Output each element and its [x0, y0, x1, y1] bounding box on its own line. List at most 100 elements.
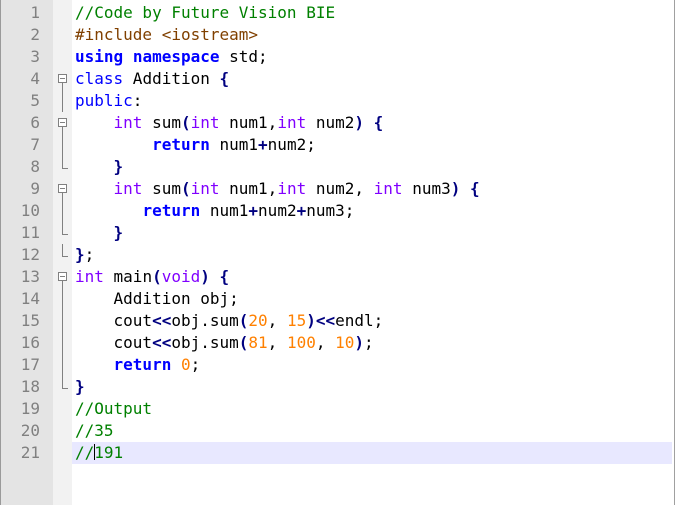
- code-token: int: [277, 179, 307, 198]
- code-token: ,: [267, 311, 287, 330]
- code-token: {: [219, 267, 230, 286]
- line-number: 15: [20, 311, 40, 330]
- fold-guide: [62, 310, 63, 332]
- code-text[interactable]: }: [75, 376, 85, 398]
- code-token: {: [219, 69, 230, 88]
- fold-toggle-icon[interactable]: [58, 74, 67, 83]
- code-text[interactable]: class Addition {: [75, 68, 229, 90]
- code-line[interactable]: 16 cout<<obj.sum(81, 100, 10);: [0, 332, 675, 354]
- code-token: +: [296, 201, 307, 220]
- code-text[interactable]: #include <iostream>: [75, 24, 258, 46]
- code-text[interactable]: }: [75, 222, 124, 244]
- code-line[interactable]: 7 return num1+num2;: [0, 134, 675, 156]
- code-token: sum: [142, 113, 181, 132]
- code-line[interactable]: 6 int sum(int num1,int num2) {: [0, 112, 675, 134]
- line-number: 21: [20, 443, 40, 462]
- code-token: }: [113, 223, 124, 242]
- code-text[interactable]: public:: [75, 90, 142, 112]
- code-line[interactable]: 17 return 0;: [0, 354, 675, 376]
- code-text[interactable]: //191: [75, 442, 123, 464]
- fold-toggle-icon[interactable]: [58, 272, 67, 281]
- code-token: int: [190, 179, 220, 198]
- code-line[interactable]: 1 //Code by Future Vision BIE: [0, 2, 675, 24]
- code-token: +: [258, 135, 268, 154]
- code-text[interactable]: int main(void) {: [75, 266, 229, 288]
- code-text[interactable]: //35: [75, 420, 114, 442]
- fold-toggle-icon[interactable]: [58, 118, 67, 127]
- code-token: int: [190, 113, 220, 132]
- code-token: <<: [152, 311, 172, 330]
- code-line[interactable]: 9 int sum(int num1,int num2, int num3) {: [0, 178, 675, 200]
- code-token: public: [75, 91, 133, 110]
- code-token: int: [113, 113, 143, 132]
- line-number: 4: [30, 69, 40, 88]
- code-text[interactable]: return num1+num2;: [75, 134, 316, 156]
- code-line[interactable]: 21 //191: [0, 442, 675, 464]
- code-token: (: [180, 113, 191, 132]
- code-token: +: [248, 201, 259, 220]
- code-token: }: [75, 245, 85, 264]
- code-line[interactable]: 4 class Addition {: [0, 68, 675, 90]
- code-line[interactable]: 14 Addition obj;: [0, 288, 675, 310]
- fold-end-marker: [62, 244, 68, 257]
- fold-guide: [62, 127, 63, 134]
- line-number: 12: [20, 245, 40, 264]
- code-token: return: [113, 355, 172, 374]
- code-token: using: [75, 47, 124, 66]
- code-line[interactable]: 5 public:: [0, 90, 675, 112]
- code-token: (: [238, 333, 249, 352]
- code-token: (: [152, 267, 162, 286]
- code-token: ,: [267, 333, 287, 352]
- code-text[interactable]: //Output: [75, 398, 152, 420]
- fold-guide: [62, 281, 63, 288]
- code-line[interactable]: 11 }: [0, 222, 675, 244]
- code-token: {: [470, 179, 480, 198]
- code-text[interactable]: Addition obj;: [75, 288, 239, 310]
- code-text[interactable]: }: [75, 156, 124, 178]
- code-text[interactable]: using namespace std;: [75, 46, 268, 68]
- code-line[interactable]: 13 int main(void) {: [0, 266, 675, 288]
- fold-guide: [62, 134, 63, 156]
- code-text[interactable]: return 0;: [75, 354, 201, 376]
- line-number: 20: [20, 421, 40, 440]
- code-token: 100: [286, 333, 316, 352]
- code-line[interactable]: 2 #include <iostream>: [0, 24, 675, 46]
- code-token: cout: [75, 311, 153, 330]
- code-text[interactable]: };: [75, 244, 94, 266]
- code-text[interactable]: //Code by Future Vision BIE: [75, 2, 335, 24]
- code-text[interactable]: cout<<obj.sum(20, 15)<<endl;: [75, 310, 384, 332]
- code-token: )<<: [306, 311, 336, 330]
- code-text[interactable]: int sum(int num1,int num2, int num3) {: [75, 178, 480, 200]
- code-text[interactable]: cout<<obj.sum(81, 100, 10);: [75, 332, 374, 354]
- code-token: return: [142, 201, 201, 220]
- code-lines[interactable]: 1 //Code by Future Vision BIE 2 #include <i…: [0, 2, 675, 464]
- code-line[interactable]: 12};: [0, 244, 675, 266]
- code-token: void: [161, 267, 201, 286]
- code-line[interactable]: 3 using namespace std;: [0, 46, 675, 68]
- code-token: main: [103, 267, 153, 286]
- code-token: 0: [180, 355, 191, 374]
- line-number: 19: [20, 399, 40, 418]
- code-line[interactable]: 8 }: [0, 156, 675, 178]
- code-token: int: [373, 179, 403, 198]
- code-text[interactable]: return num1+num2+num3;: [75, 200, 354, 222]
- code-line[interactable]: 10 return num1+num2+num3;: [0, 200, 675, 222]
- code-token: sum: [142, 179, 181, 198]
- code-line[interactable]: 20 //35: [0, 420, 675, 442]
- fold-toggle-icon[interactable]: [58, 184, 67, 193]
- code-token: num2: [306, 113, 355, 132]
- code-token: ): [354, 333, 365, 352]
- code-line[interactable]: 18}: [0, 376, 675, 398]
- code-text[interactable]: int sum(int num1,int num2) {: [75, 112, 384, 134]
- code-token: //35: [75, 421, 114, 440]
- code-editor[interactable]: 1 //Code by Future Vision BIE 2 #include <i…: [0, 0, 675, 505]
- line-number: 9: [30, 179, 40, 198]
- code-token: 191: [94, 443, 124, 462]
- code-line[interactable]: 15 cout<<obj.sum(20, 15)<<endl;: [0, 310, 675, 332]
- code-token: obj.sum: [171, 333, 239, 352]
- code-line[interactable]: 19 //Output: [0, 398, 675, 420]
